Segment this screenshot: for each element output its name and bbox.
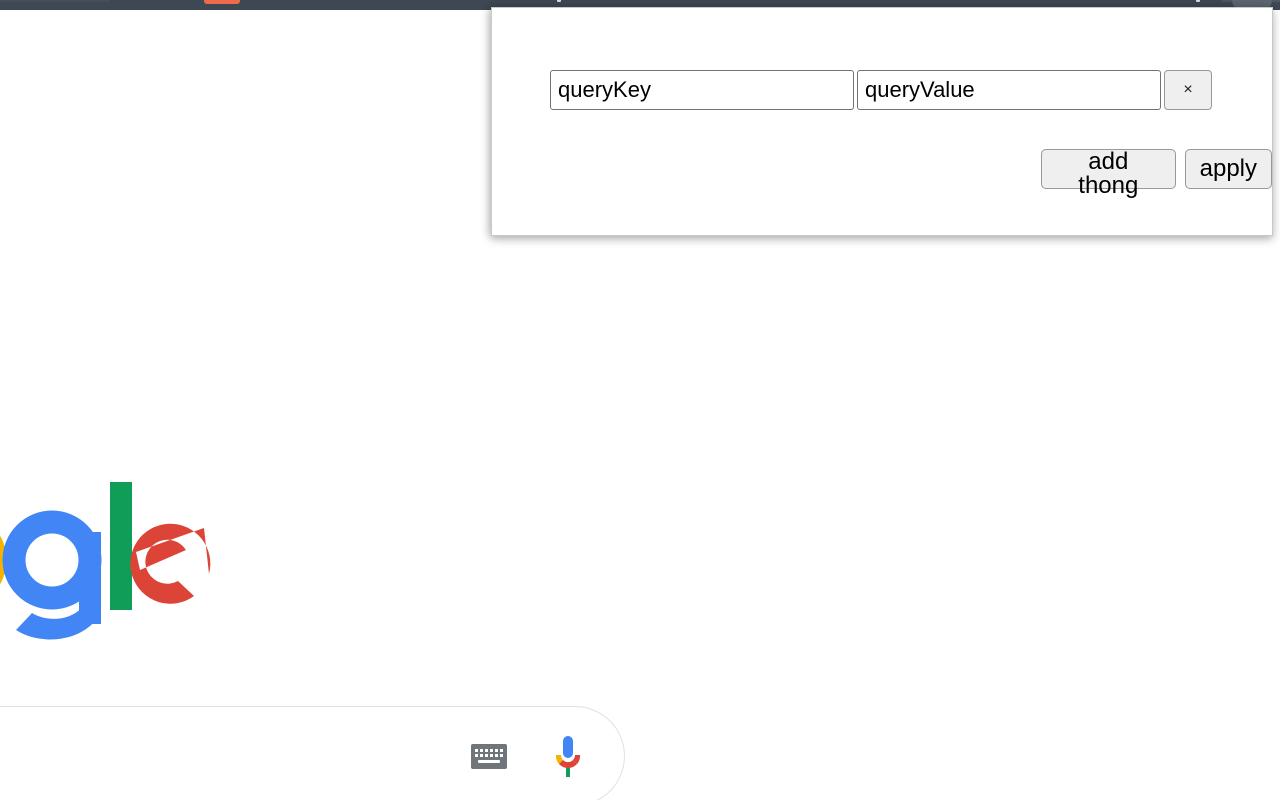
popup-actions: add thong apply <box>1041 149 1272 198</box>
extension-icon[interactable] <box>557 0 561 2</box>
search-input[interactable] <box>0 706 625 800</box>
add-thong-button[interactable]: add thong <box>1041 149 1176 198</box>
remove-param-button[interactable]: × <box>1164 70 1212 110</box>
extension-badge[interactable]: TEN <box>204 0 240 4</box>
apply-button[interactable]: apply <box>1184 149 1272 189</box>
extension-popup: × add thong apply <box>491 7 1273 236</box>
query-value-input[interactable] <box>857 70 1161 110</box>
query-param-row: × <box>550 70 1212 110</box>
query-key-input[interactable] <box>550 70 854 110</box>
microphone-icon[interactable] <box>552 735 584 780</box>
extension-icon[interactable] <box>1196 0 1200 2</box>
screen: TEN <box>0 0 1280 800</box>
google-logo <box>0 482 211 640</box>
keyboard-icon[interactable] <box>471 744 507 769</box>
